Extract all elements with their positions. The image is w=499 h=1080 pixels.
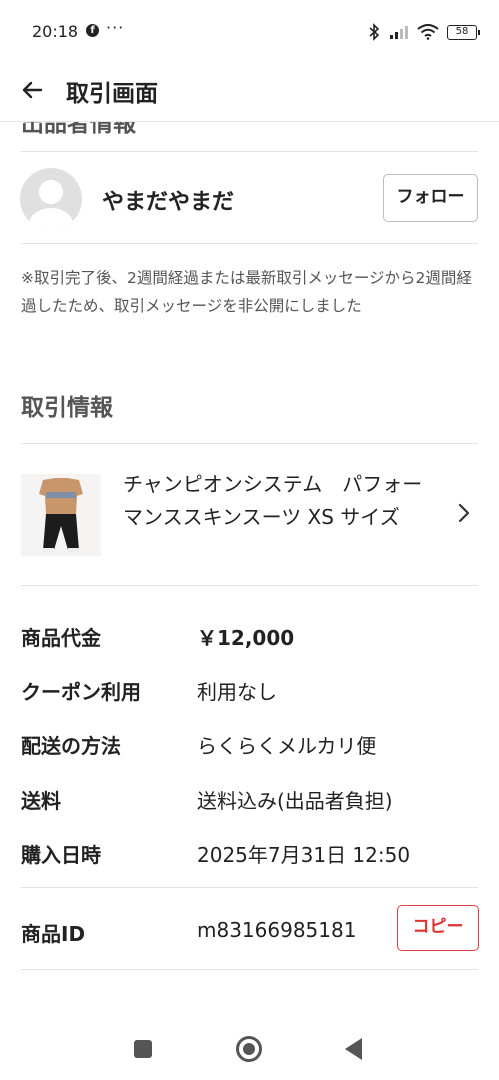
home-icon[interactable] [236, 1036, 262, 1062]
page-title: 取引画面 [66, 81, 158, 107]
price-label: 商品代金 [21, 626, 101, 650]
transaction-info-title: 取引情報 [21, 395, 113, 421]
divider [21, 887, 478, 888]
back-button[interactable] [14, 72, 50, 108]
shipping-fee-label: 送料 [21, 789, 61, 813]
transaction-content[interactable]: 出品者情報 やまだやまだ フォロー ※取引完了後、2週間経過または最新取引メッセ… [0, 122, 499, 1002]
shipping-method-value: らくらくメルカリ便 [197, 734, 377, 758]
status-time: 20:18 [32, 22, 79, 41]
chevron-right-icon [458, 503, 470, 523]
seller-name[interactable]: やまだやまだ [102, 184, 234, 216]
copy-button[interactable]: コピー [397, 905, 479, 951]
product-item-row[interactable]: チャンピオンシステム パフォーマンススキンスーツ XS サイズ [0, 444, 499, 585]
coupon-value: 利用なし [197, 680, 277, 704]
arrow-left-icon [22, 81, 43, 99]
price-value: ￥12,000 [197, 626, 295, 650]
battery-icon: 58 [447, 24, 480, 40]
purchase-date-value: 2025年7月31日 12:50 [197, 843, 411, 867]
more-notifications-icon: ··· [106, 18, 125, 37]
app-bar: 取引画面 [0, 62, 499, 122]
shipping-method-label: 配送の方法 [21, 734, 121, 758]
status-icons: 58 [367, 22, 480, 42]
status-bar: 20:18 f ··· 58 [0, 0, 499, 62]
divider [21, 151, 478, 152]
default-user-icon [29, 180, 73, 230]
avatar[interactable] [20, 168, 82, 230]
system-nav-bar [0, 1010, 499, 1080]
coupon-label: クーポン利用 [21, 680, 141, 704]
recent-apps-icon[interactable] [134, 1040, 152, 1058]
divider [21, 243, 478, 244]
message-notice: ※取引完了後、2週間経過または最新取引メッセージから2週間経過したため、取引メッ… [21, 269, 472, 315]
bluetooth-icon [369, 23, 380, 41]
divider [21, 585, 478, 586]
product-name: チャンピオンシステム パフォーマンススキンスーツ XS サイズ [123, 472, 423, 529]
system-back-icon[interactable] [345, 1038, 362, 1060]
follow-button[interactable]: フォロー [383, 174, 478, 222]
product-thumbnail [21, 474, 101, 556]
purchase-date-label: 購入日時 [21, 843, 101, 867]
signal-icon [390, 26, 408, 39]
shipping-fee-value: 送料込み(出品者負担) [197, 789, 393, 813]
facebook-icon: f [86, 24, 99, 37]
skinsuit-image-icon [21, 474, 101, 556]
item-id-label: 商品ID [21, 922, 86, 946]
item-id-value: m83166985181 [197, 918, 357, 942]
wifi-icon [417, 24, 439, 40]
seller-section-heading: 出品者情報 [21, 122, 136, 137]
divider [21, 969, 478, 970]
